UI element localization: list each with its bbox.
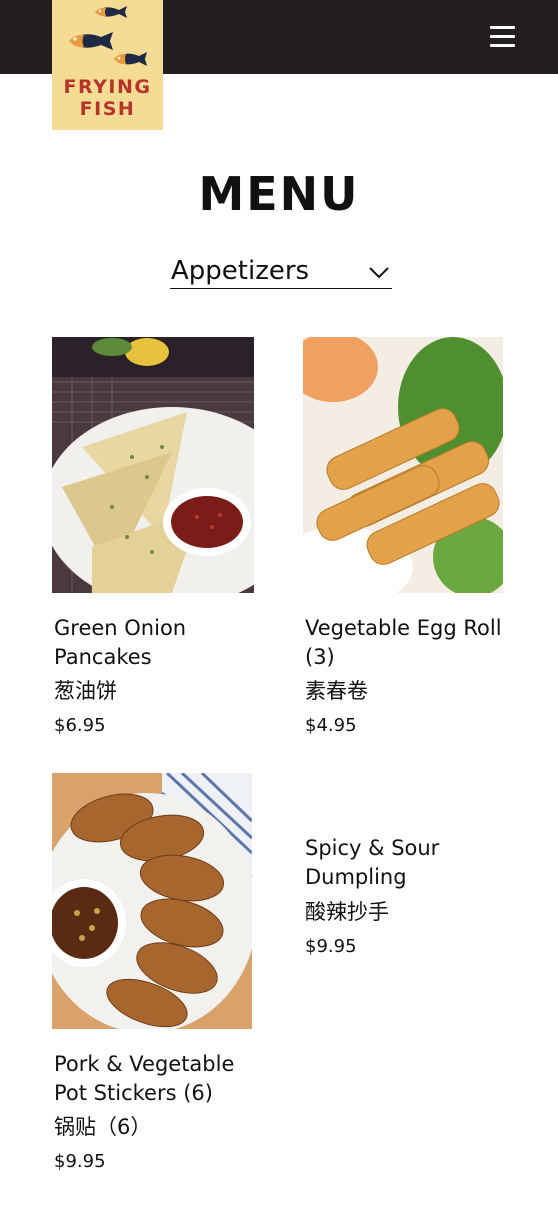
- menu-item-chinese-name: 葱油饼: [54, 679, 117, 703]
- chevron-down-icon: [369, 267, 389, 279]
- menu-item-name-cont: Pot Stickers (6): [54, 1081, 213, 1105]
- hamburger-menu-icon[interactable]: [486, 24, 518, 50]
- menu-item-price: $6.95: [54, 715, 106, 736]
- category-selected-label: Appetizers: [171, 256, 310, 286]
- menu-item-price: $9.95: [305, 936, 357, 957]
- green-onion-pancakes-photo: [52, 337, 254, 593]
- menu-item-name-cont: (3): [305, 645, 335, 669]
- logo[interactable]: FRYING FISH: [52, 0, 163, 130]
- menu-item-card[interactable]: Spicy & Sour Dumpling 酸辣抄手 $9.95: [303, 834, 513, 974]
- menu-item-name: Vegetable Egg Roll: [305, 616, 502, 640]
- page-title: MENU: [198, 167, 360, 221]
- menu-item-chinese-name: 锅贴（6）: [54, 1115, 152, 1139]
- menu-item-card[interactable]: Vegetable Egg Roll (3) 素春卷 $4.95: [303, 337, 513, 737]
- menu-item-card[interactable]: Green Onion Pancakes 葱油饼 $6.95: [52, 337, 262, 737]
- menu-item-price: $4.95: [305, 715, 357, 736]
- menu-item-price: $9.95: [54, 1151, 106, 1172]
- menu-item-name: Spicy & Sour: [305, 836, 440, 860]
- menu-item-name-cont: Pancakes: [54, 645, 152, 669]
- menu-item-chinese-name: 酸辣抄手: [305, 900, 389, 924]
- logo-text-line2: FISH: [79, 98, 136, 120]
- menu-item-card[interactable]: Pork & Vegetable Pot Stickers (6) 锅贴（6） …: [52, 773, 262, 1173]
- menu-item-name: Pork & Vegetable: [54, 1052, 235, 1076]
- egg-roll-photo: [303, 337, 503, 593]
- menu-item-name: Green Onion: [54, 616, 187, 640]
- logo-text-line1: FRYING: [63, 76, 152, 98]
- pot-stickers-photo: [52, 773, 252, 1029]
- menu-item-name-cont: Dumpling: [305, 865, 407, 889]
- menu-item-chinese-name: 素春卷: [305, 679, 368, 703]
- category-dropdown[interactable]: Appetizers: [170, 254, 392, 289]
- fish-logo-icon: [69, 6, 147, 66]
